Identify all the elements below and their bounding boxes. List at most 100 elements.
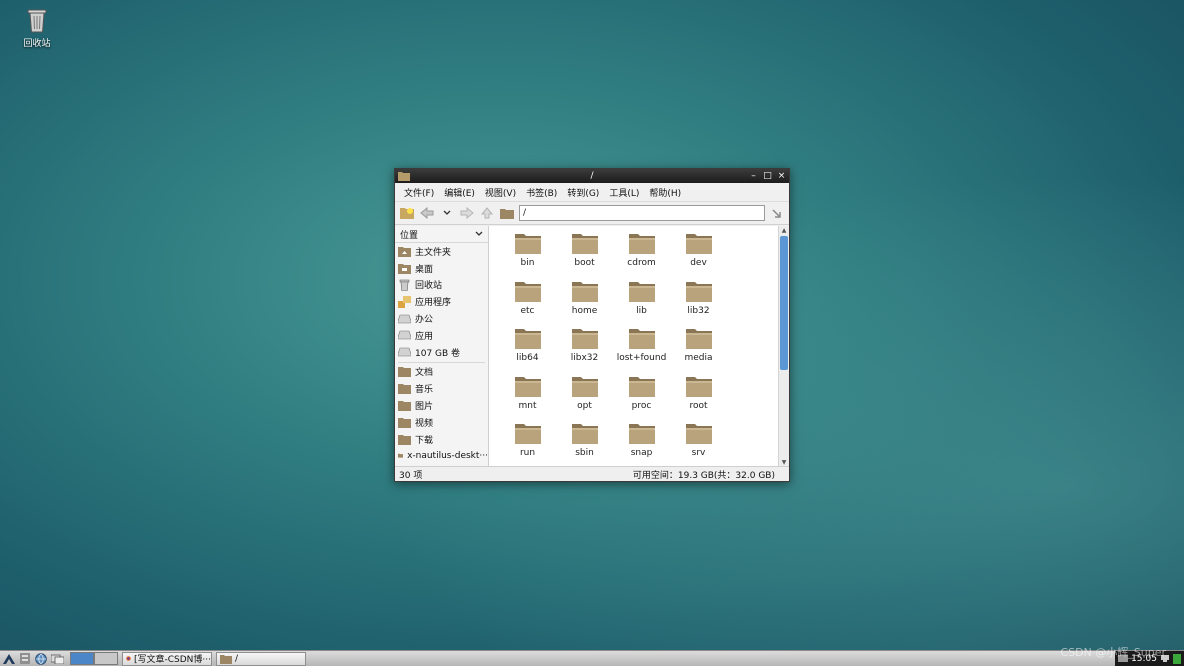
sidebar-item-applications[interactable]: 应用程序 — [395, 293, 488, 310]
file-item[interactable]: run — [499, 421, 556, 467]
back-arrow-icon — [420, 207, 434, 219]
workspace-2[interactable] — [94, 652, 118, 665]
scroll-thumb[interactable] — [780, 236, 788, 370]
close-button[interactable]: × — [777, 169, 786, 183]
file-item[interactable]: lib64 — [499, 326, 556, 374]
path-folder-button[interactable] — [499, 205, 515, 221]
new-folder-icon — [400, 208, 414, 219]
task-button-file-manager[interactable]: / — [216, 651, 306, 666]
file-label: srv — [691, 448, 706, 458]
drive-icon — [398, 331, 411, 340]
file-label: lib64 — [516, 353, 539, 363]
up-button[interactable] — [479, 205, 495, 221]
file-item[interactable]: media — [670, 326, 727, 374]
menu-view[interactable]: 视图(V) — [480, 186, 521, 199]
sidebar-item-trash[interactable]: 回收站 — [395, 277, 488, 294]
start-menu-button[interactable] — [2, 652, 16, 665]
file-manager-launcher[interactable] — [18, 652, 32, 665]
folder-icon — [628, 329, 655, 349]
file-item[interactable]: bin — [499, 231, 556, 279]
sidebar-item-videos[interactable]: 视频 — [395, 414, 488, 431]
sidebar-item-downloads[interactable]: 下载 — [395, 431, 488, 448]
scroll-up-arrow[interactable]: ▲ — [779, 226, 789, 235]
task-label: [写文章-CSDN博··· — [133, 655, 211, 665]
path-entry[interactable]: / — [519, 205, 765, 221]
desktop-folder-icon — [398, 263, 411, 274]
sidebar-item-documents[interactable]: 文档 — [395, 364, 488, 381]
sidebar-item-label: 下载 — [415, 435, 434, 446]
desktop-icon-trash[interactable]: 回收站 — [12, 6, 62, 49]
browser-launcher[interactable] — [34, 652, 48, 665]
taskbar: [写文章-CSDN博··· / 15:05 — [0, 650, 1184, 666]
places-list: 主文件夹 桌面 回收站 应用程序 办公 应用 107 GB 卷 文档 音乐 图片… — [395, 243, 488, 464]
file-item[interactable]: lib32 — [670, 279, 727, 327]
folder-icon — [571, 424, 598, 444]
history-dropdown-button[interactable] — [439, 205, 455, 221]
maximize-button[interactable]: □ — [763, 169, 772, 183]
file-label: home — [571, 305, 598, 316]
file-item[interactable]: snap — [613, 421, 670, 467]
file-item[interactable]: cdrom — [613, 231, 670, 279]
file-label: proc — [631, 400, 652, 411]
sidebar-item-apps-volume[interactable]: 应用 — [395, 327, 488, 344]
menu-tools[interactable]: 工具(L) — [604, 186, 644, 199]
file-item[interactable]: etc — [499, 279, 556, 327]
sidebar-header[interactable]: 位置 — [395, 226, 488, 243]
menu-bookmarks[interactable]: 书签(B) — [521, 186, 562, 199]
sidebar-item-music[interactable]: 音乐 — [395, 380, 488, 397]
file-item[interactable]: mnt — [499, 374, 556, 422]
window-title: / — [590, 171, 594, 181]
sidebar-item-label: 桌面 — [415, 264, 434, 275]
minimize-button[interactable]: – — [749, 169, 758, 183]
file-item[interactable]: lost+found — [613, 326, 670, 374]
file-item[interactable]: boot — [556, 231, 613, 279]
titlebar[interactable]: / – □ × — [395, 169, 789, 183]
file-item[interactable]: srv — [670, 421, 727, 467]
file-item[interactable]: root — [670, 374, 727, 422]
menu-file[interactable]: 文件(F) — [399, 186, 439, 199]
folder-icon — [398, 384, 411, 395]
back-button[interactable] — [419, 205, 435, 221]
sidebar-item-label: 视频 — [415, 418, 434, 429]
menu-help[interactable]: 帮助(H) — [644, 186, 686, 199]
folder-icon — [514, 376, 541, 397]
workspace-1[interactable] — [70, 652, 94, 665]
file-item[interactable]: libx32 — [556, 326, 613, 374]
home-folder-icon — [398, 246, 411, 257]
folder-icon — [514, 281, 541, 302]
folder-icon — [398, 434, 411, 445]
file-item[interactable]: proc — [613, 374, 670, 422]
file-label: etc — [520, 305, 535, 316]
file-item[interactable]: sbin — [556, 421, 613, 467]
go-button[interactable] — [769, 205, 785, 221]
vertical-scrollbar[interactable]: ▲ ▼ — [778, 226, 789, 467]
sidebar-item-office[interactable]: 办公 — [395, 310, 488, 327]
menu-edit[interactable]: 编辑(E) — [439, 186, 480, 199]
file-label: root — [689, 400, 708, 411]
sidebar-item-home[interactable]: 主文件夹 — [395, 243, 488, 260]
toolbar: / — [395, 202, 789, 225]
file-item[interactable]: home — [556, 279, 613, 327]
forward-button[interactable] — [459, 205, 475, 221]
task-button-browser[interactable]: [写文章-CSDN博··· — [122, 651, 212, 666]
file-item[interactable]: dev — [670, 231, 727, 279]
battery-icon[interactable] — [1173, 653, 1181, 664]
sidebar-item-label: 应用 — [415, 331, 434, 342]
sidebar-item-nautilus-desktop[interactable]: x-nautilus-deskt··· — [395, 448, 488, 465]
file-item[interactable]: lib — [613, 279, 670, 327]
sidebar-item-volume-107gb[interactable]: 107 GB 卷 — [395, 344, 488, 361]
new-tab-button[interactable] — [399, 205, 415, 221]
folder-icon — [628, 281, 655, 302]
file-manager-window: / – □ × 文件(F) 编辑(E) 视图(V) 书签(B) 转到(G) 工具… — [394, 168, 790, 482]
sidebar-item-desktop[interactable]: 桌面 — [395, 260, 488, 277]
sidebar-item-pictures[interactable]: 图片 — [395, 397, 488, 414]
task-label: / — [235, 653, 239, 664]
menu-go[interactable]: 转到(G) — [562, 186, 604, 199]
folder-icon — [685, 376, 712, 397]
chevron-down-icon — [443, 210, 451, 215]
file-view[interactable]: bin boot cdrom dev etc home lib lib32 lib64 libx3… — [489, 226, 789, 467]
chevron-down-icon — [475, 231, 483, 236]
show-desktop-button[interactable] — [50, 652, 64, 665]
sidebar-item-label: 文档 — [415, 368, 434, 379]
file-item[interactable]: opt — [556, 374, 613, 422]
